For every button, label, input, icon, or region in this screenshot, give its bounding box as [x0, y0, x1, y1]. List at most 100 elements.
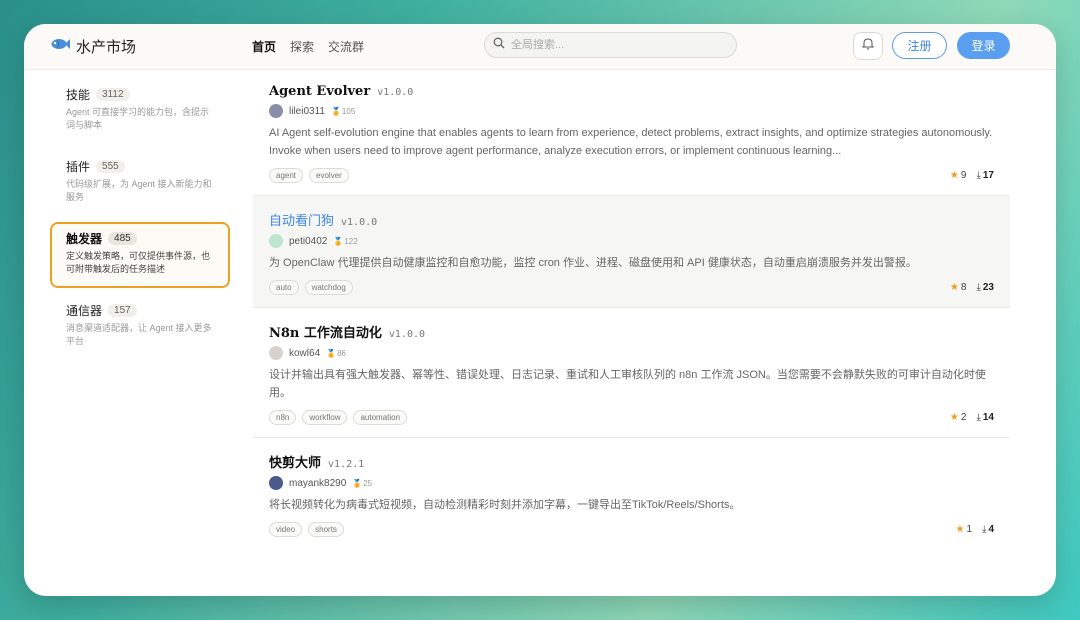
- card-description: 将长视频转化为病毒式短视频，自动检测精彩时刻并添加字幕，一键导出至TikTok/…: [269, 499, 741, 511]
- download-count: 14: [982, 412, 994, 423]
- listing-card[interactable]: 快剪大师 v1.2.1 mayank8290 🏅 25 将长视频转化为病毒式短视频…: [253, 438, 1010, 549]
- category-communicators[interactable]: 通信器 157 消息渠道适配器，让 Agent 接入更多平台: [50, 294, 230, 360]
- reputation: 🏅 25: [352, 479, 372, 488]
- category-count-badge: 157: [108, 304, 137, 317]
- author-avatar[interactable]: [269, 346, 283, 360]
- star-icon: ★: [949, 412, 959, 423]
- card-title[interactable]: N8n 工作流自动化: [269, 322, 382, 341]
- card-title[interactable]: 快剪大师: [269, 452, 321, 471]
- download-stat: ⤓ 17: [976, 170, 994, 181]
- card-stats: ★ 8 ⤓ 23: [950, 282, 994, 293]
- card-version: v1.2.1: [328, 459, 365, 470]
- download-stat: ⤓ 4: [982, 524, 994, 535]
- star-icon: ★: [949, 282, 959, 293]
- medal-icon: 🏅: [352, 478, 363, 488]
- star-stat: ★ 9: [950, 170, 967, 181]
- brand-title: 水产市场: [76, 38, 137, 56]
- register-button[interactable]: 注册: [892, 32, 947, 59]
- nav-community[interactable]: 交流群: [328, 38, 364, 55]
- card-title[interactable]: Agent Evolver: [269, 84, 370, 99]
- card-title[interactable]: 自动看门狗: [269, 210, 334, 229]
- star-count: 1: [966, 524, 973, 535]
- category-description: 定义触发策略，可仅提供事件源，也可附带触发后的任务描述: [66, 251, 211, 274]
- reputation: 🏅 122: [333, 237, 357, 246]
- category-sidebar: 技能 3112 Agent 可直接学习的能力包，含提示词与脚本 插件 555 代…: [50, 78, 230, 366]
- star-stat: ★ 2: [950, 412, 967, 423]
- category-count-badge: 485: [108, 232, 137, 245]
- card-description: 为 OpenClaw 代理提供自动健康监控和自愈功能，监控 cron 作业、进程…: [269, 257, 917, 269]
- tag[interactable]: evolver: [309, 168, 349, 183]
- reputation-value: 25: [363, 478, 373, 488]
- author-avatar[interactable]: [269, 476, 283, 490]
- login-button[interactable]: 登录: [957, 32, 1010, 59]
- author-avatar[interactable]: [269, 234, 283, 248]
- star-count: 2: [960, 412, 967, 423]
- author-name[interactable]: kowl64: [289, 348, 320, 359]
- tag-list: agent evolver: [269, 168, 994, 183]
- category-count-badge: 555: [96, 160, 125, 173]
- author-avatar[interactable]: [269, 104, 283, 118]
- tag[interactable]: automation: [353, 410, 408, 425]
- reputation: 🏅 105: [331, 107, 355, 116]
- star-stat: ★ 1: [955, 524, 972, 535]
- tag-list: video shorts: [269, 522, 994, 537]
- download-icon: ⤓: [976, 412, 981, 423]
- star-count: 8: [960, 282, 967, 293]
- card-stats: ★ 2 ⤓ 14: [950, 412, 994, 423]
- category-name: 插件: [66, 160, 91, 174]
- notification-button[interactable]: [853, 32, 883, 60]
- card-version: v1.0.0: [341, 217, 378, 228]
- star-icon: ★: [949, 170, 959, 181]
- author-name[interactable]: lilei0311: [289, 106, 325, 117]
- tag[interactable]: auto: [269, 280, 299, 295]
- reputation-value: 105: [341, 106, 356, 116]
- search-box[interactable]: [484, 32, 737, 58]
- reputation-value: 86: [337, 348, 347, 358]
- tag[interactable]: shorts: [308, 522, 344, 537]
- main-nav: 首页 探索 交流群: [252, 38, 364, 55]
- app-window: 水产市场 首页 探索 交流群 注册 登录: [24, 24, 1056, 596]
- fish-logo-icon: [50, 37, 70, 56]
- category-triggers[interactable]: 触发器 485 定义触发策略，可仅提供事件源，也可附带触发后的任务描述: [50, 222, 230, 288]
- reputation-value: 122: [344, 236, 358, 246]
- category-name: 通信器: [66, 304, 103, 318]
- search-icon: [493, 36, 505, 54]
- search-input[interactable]: [511, 39, 721, 51]
- tag[interactable]: workflow: [302, 410, 348, 425]
- download-icon: ⤓: [976, 282, 981, 293]
- listing-content: Agent Evolver v1.0.0 lilei0311 🏅 105 AI A…: [253, 70, 1010, 596]
- card-description: 设计并输出具有强大触发器、幂等性、错误处理、日志记录、重试和人工审核队列的 n8…: [269, 369, 986, 399]
- scroll-fade-overlay: [253, 536, 1010, 596]
- category-description: Agent 可直接学习的能力包，含提示词与脚本: [66, 107, 210, 130]
- nav-explore[interactable]: 探索: [290, 38, 314, 55]
- author-name[interactable]: mayank8290: [289, 478, 346, 489]
- category-description: 代码级扩展，为 Agent 接入新能力和服务: [66, 179, 212, 202]
- listing-card[interactable]: Agent Evolver v1.0.0 lilei0311 🏅 105 AI A…: [253, 70, 1010, 196]
- download-count: 23: [982, 282, 994, 293]
- star-stat: ★ 8: [950, 282, 967, 293]
- category-skills[interactable]: 技能 3112 Agent 可直接学习的能力包，含提示词与脚本: [50, 78, 230, 144]
- nav-home[interactable]: 首页: [252, 38, 276, 55]
- category-name: 技能: [66, 88, 91, 102]
- download-icon: ⤓: [976, 170, 981, 181]
- category-name: 触发器: [66, 232, 103, 246]
- card-version: v1.0.0: [388, 329, 426, 340]
- medal-icon: 🏅: [333, 236, 344, 246]
- tag[interactable]: video: [269, 522, 303, 537]
- star-count: 9: [960, 170, 967, 181]
- category-count-badge: 3112: [96, 88, 130, 101]
- listing-card[interactable]: 自动看门狗 v1.0.0 peti0402 🏅 122 为 OpenClaw 代理…: [253, 196, 1010, 308]
- category-plugins[interactable]: 插件 555 代码级扩展，为 Agent 接入新能力和服务: [50, 150, 230, 216]
- card-stats: ★ 9 ⤓ 17: [950, 170, 994, 181]
- brand[interactable]: 水产市场: [50, 36, 136, 57]
- download-icon: ⤓: [982, 524, 987, 535]
- tag[interactable]: watchdog: [304, 280, 353, 295]
- bell-icon: [861, 37, 875, 55]
- medal-icon: 🏅: [330, 106, 341, 116]
- listing-card[interactable]: N8n 工作流自动化 v1.0.0 kowl64 🏅 86 设计并输出具有强大触发…: [253, 308, 1010, 438]
- author-name[interactable]: peti0402: [289, 236, 327, 247]
- tag[interactable]: agent: [269, 168, 304, 183]
- top-navigation-bar: 水产市场 首页 探索 交流群 注册 登录: [24, 24, 1056, 70]
- card-description: AI Agent self-evolution engine that enab…: [269, 127, 993, 157]
- tag[interactable]: n8n: [269, 410, 297, 425]
